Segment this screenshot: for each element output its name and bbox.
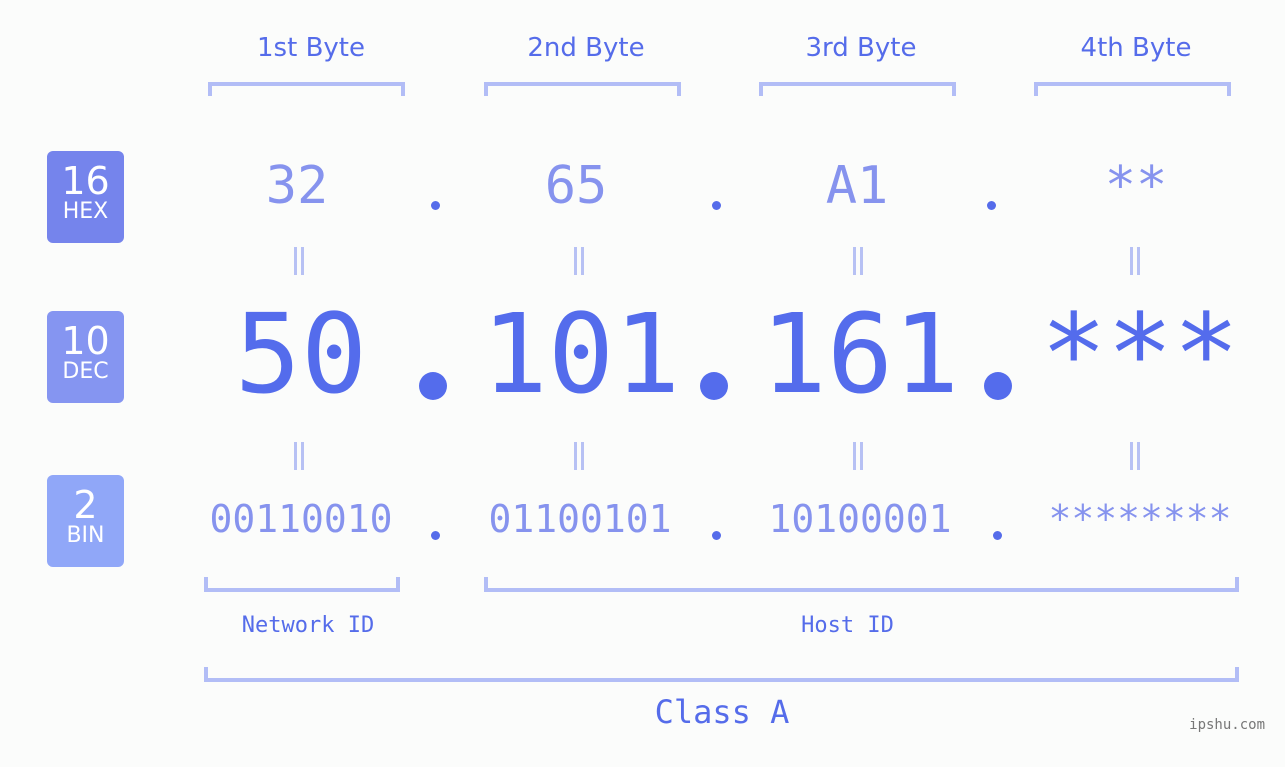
hex-dot-separator	[712, 201, 721, 210]
host-id-label: Host ID	[801, 613, 894, 638]
bin-value-1: 00110010	[209, 497, 393, 541]
equals-icon	[851, 247, 865, 275]
bin-dot-separator	[431, 531, 440, 540]
dec-dot-separator	[700, 372, 728, 400]
bin-dot-separator	[993, 531, 1002, 540]
dec-value-3: 161	[760, 290, 960, 418]
dec-badge: 10 DEC	[47, 311, 124, 403]
hex-badge: 16 HEX	[47, 151, 124, 243]
bin-value-2: 01100101	[488, 497, 672, 541]
bin-badge-number: 2	[73, 483, 98, 527]
byte-bracket-1	[208, 82, 405, 96]
class-bracket	[204, 667, 1239, 682]
equals-icon	[851, 442, 865, 470]
hex-value-1: 32	[265, 156, 329, 216]
equals-icon	[292, 247, 306, 275]
network-id-label: Network ID	[241, 613, 375, 638]
bin-dot-separator	[712, 531, 721, 540]
equals-icon	[292, 442, 306, 470]
dec-value-2: 101	[481, 290, 681, 418]
byte-header-1: 1st Byte	[257, 33, 365, 63]
byte-header-3: 3rd Byte	[805, 33, 917, 63]
byte-bracket-3	[759, 82, 956, 96]
dec-badge-label: DEC	[62, 359, 109, 384]
hex-badge-label: HEX	[62, 199, 109, 224]
equals-icon	[572, 442, 586, 470]
equals-icon	[572, 247, 586, 275]
hex-value-4: **	[1104, 156, 1168, 216]
hex-badge-number: 16	[61, 159, 110, 203]
equals-icon	[1128, 442, 1142, 470]
hex-value-3: A1	[825, 156, 889, 216]
bin-badge-label: BIN	[66, 523, 105, 548]
host-id-bracket	[484, 577, 1239, 592]
network-id-bracket	[204, 577, 400, 592]
bin-value-4: ********	[1048, 497, 1232, 541]
watermark: ipshu.com	[1189, 717, 1265, 733]
dec-value-1: 50	[234, 290, 368, 418]
byte-bracket-2	[484, 82, 681, 96]
hex-dot-separator	[431, 201, 440, 210]
equals-icon	[1128, 247, 1142, 275]
dec-dot-separator	[984, 372, 1012, 400]
hex-dot-separator	[987, 201, 996, 210]
dec-value-4: ***	[1040, 290, 1240, 418]
byte-bracket-4	[1034, 82, 1231, 96]
byte-header-2: 2nd Byte	[527, 33, 645, 63]
class-label: Class A	[654, 693, 790, 731]
byte-header-4: 4th Byte	[1080, 33, 1192, 63]
dec-badge-number: 10	[61, 319, 110, 363]
hex-value-2: 65	[544, 156, 608, 216]
dec-dot-separator	[419, 372, 447, 400]
bin-badge: 2 BIN	[47, 475, 124, 567]
bin-value-3: 10100001	[768, 497, 952, 541]
